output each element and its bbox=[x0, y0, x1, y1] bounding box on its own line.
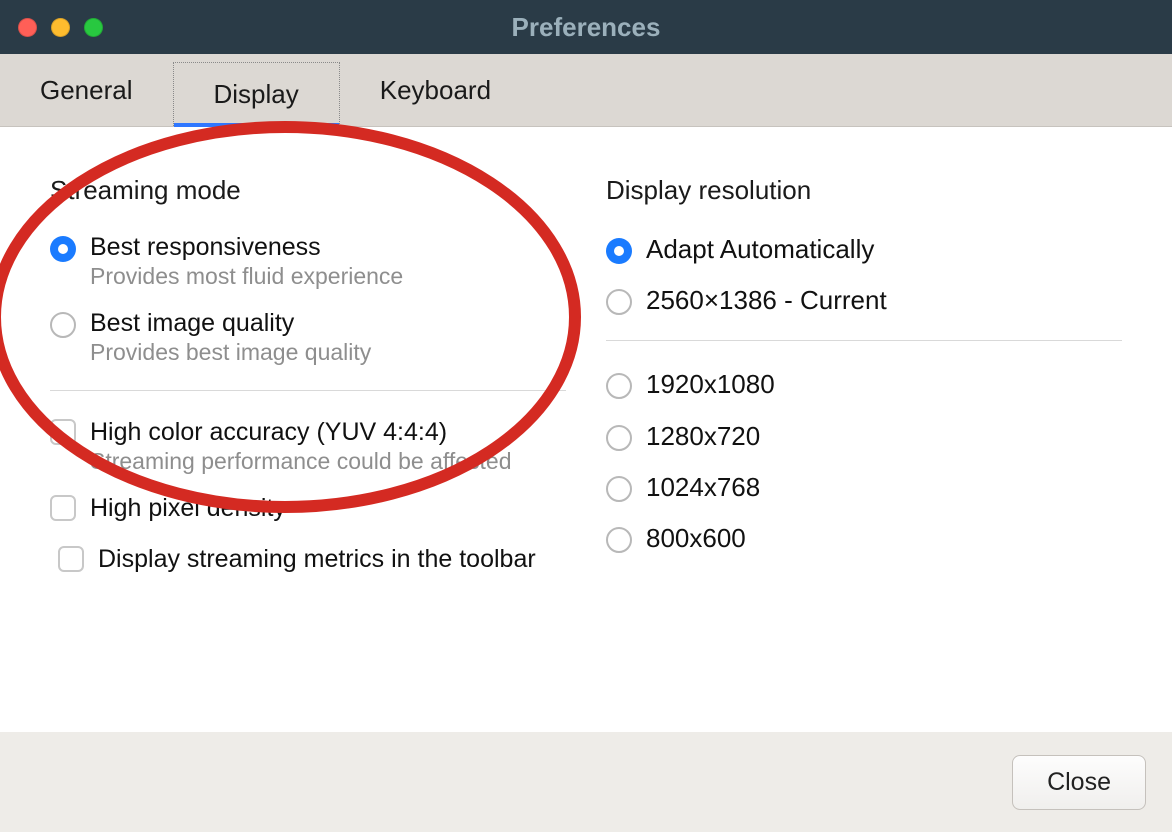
resolution-option-1280x720[interactable]: 1280x720 bbox=[606, 411, 1122, 462]
option-label: 2560×1386 - Current bbox=[646, 285, 887, 316]
resolution-option-current[interactable]: 2560×1386 - Current bbox=[606, 275, 1122, 326]
minimize-window-icon[interactable] bbox=[51, 18, 70, 37]
option-text: 2560×1386 - Current bbox=[646, 285, 887, 316]
radio-icon bbox=[606, 373, 632, 399]
check-high-pixel-density[interactable]: High pixel density bbox=[50, 485, 566, 531]
option-label: 800x600 bbox=[646, 523, 746, 554]
display-resolution-title: Display resolution bbox=[606, 175, 1122, 206]
resolution-option-1920x1080[interactable]: 1920x1080 bbox=[606, 359, 1122, 410]
button-bar: Close bbox=[0, 732, 1172, 832]
radio-icon bbox=[606, 289, 632, 315]
option-label: High color accuracy (YUV 4:4:4) bbox=[90, 417, 512, 447]
maximize-window-icon[interactable] bbox=[84, 18, 103, 37]
option-label: Adapt Automatically bbox=[646, 234, 874, 265]
checkbox-icon bbox=[50, 419, 76, 445]
window-controls bbox=[0, 18, 103, 37]
close-button[interactable]: Close bbox=[1012, 755, 1146, 810]
radio-icon bbox=[50, 236, 76, 262]
radio-icon bbox=[606, 425, 632, 451]
option-text: Best responsiveness Provides most fluid … bbox=[90, 232, 403, 292]
check-high-color-accuracy[interactable]: High color accuracy (YUV 4:4:4) Streamin… bbox=[50, 409, 566, 485]
option-text: Adapt Automatically bbox=[646, 234, 874, 265]
titlebar: Preferences bbox=[0, 0, 1172, 54]
display-resolution-section: Display resolution Adapt Automatically 2… bbox=[606, 175, 1122, 732]
resolution-option-adapt[interactable]: Adapt Automatically bbox=[606, 224, 1122, 275]
option-label: Best responsiveness bbox=[90, 232, 403, 262]
option-label: Display streaming metrics in the toolbar bbox=[98, 544, 536, 574]
option-label: High pixel density bbox=[90, 493, 286, 523]
option-label: 1280x720 bbox=[646, 421, 760, 452]
radio-icon bbox=[50, 312, 76, 338]
option-subtext: Streaming performance could be affected bbox=[90, 447, 512, 477]
checkbox-icon bbox=[50, 495, 76, 521]
option-label: Best image quality bbox=[90, 308, 371, 338]
option-label: 1920x1080 bbox=[646, 369, 775, 400]
option-label: 1024x768 bbox=[646, 472, 760, 503]
checkbox-icon bbox=[58, 546, 84, 572]
preferences-window: Preferences General Display Keyboard Str… bbox=[0, 0, 1172, 832]
tab-keyboard[interactable]: Keyboard bbox=[340, 54, 531, 126]
check-display-streaming-metrics[interactable]: Display streaming metrics in the toolbar bbox=[58, 536, 536, 582]
streaming-mode-title: Streaming mode bbox=[50, 175, 566, 206]
divider bbox=[50, 390, 566, 391]
window-title: Preferences bbox=[0, 12, 1172, 43]
option-subtext: Provides best image quality bbox=[90, 338, 371, 368]
option-text: High pixel density bbox=[90, 493, 286, 523]
option-subtext: Provides most fluid experience bbox=[90, 262, 403, 292]
close-window-icon[interactable] bbox=[18, 18, 37, 37]
content-area: Streaming mode Best responsiveness Provi… bbox=[0, 127, 1172, 732]
tab-general[interactable]: General bbox=[0, 54, 173, 126]
streaming-option-image-quality[interactable]: Best image quality Provides best image q… bbox=[50, 300, 566, 376]
divider bbox=[606, 340, 1122, 341]
streaming-option-responsiveness[interactable]: Best responsiveness Provides most fluid … bbox=[50, 224, 566, 300]
tab-bar: General Display Keyboard bbox=[0, 54, 1172, 127]
radio-icon bbox=[606, 238, 632, 264]
radio-icon bbox=[606, 476, 632, 502]
option-text: High color accuracy (YUV 4:4:4) Streamin… bbox=[90, 417, 512, 477]
resolution-option-1024x768[interactable]: 1024x768 bbox=[606, 462, 1122, 513]
streaming-mode-section: Streaming mode Best responsiveness Provi… bbox=[50, 175, 566, 732]
radio-icon bbox=[606, 527, 632, 553]
option-text: Best image quality Provides best image q… bbox=[90, 308, 371, 368]
resolution-option-800x600[interactable]: 800x600 bbox=[606, 513, 1122, 564]
tab-display[interactable]: Display bbox=[173, 62, 340, 126]
